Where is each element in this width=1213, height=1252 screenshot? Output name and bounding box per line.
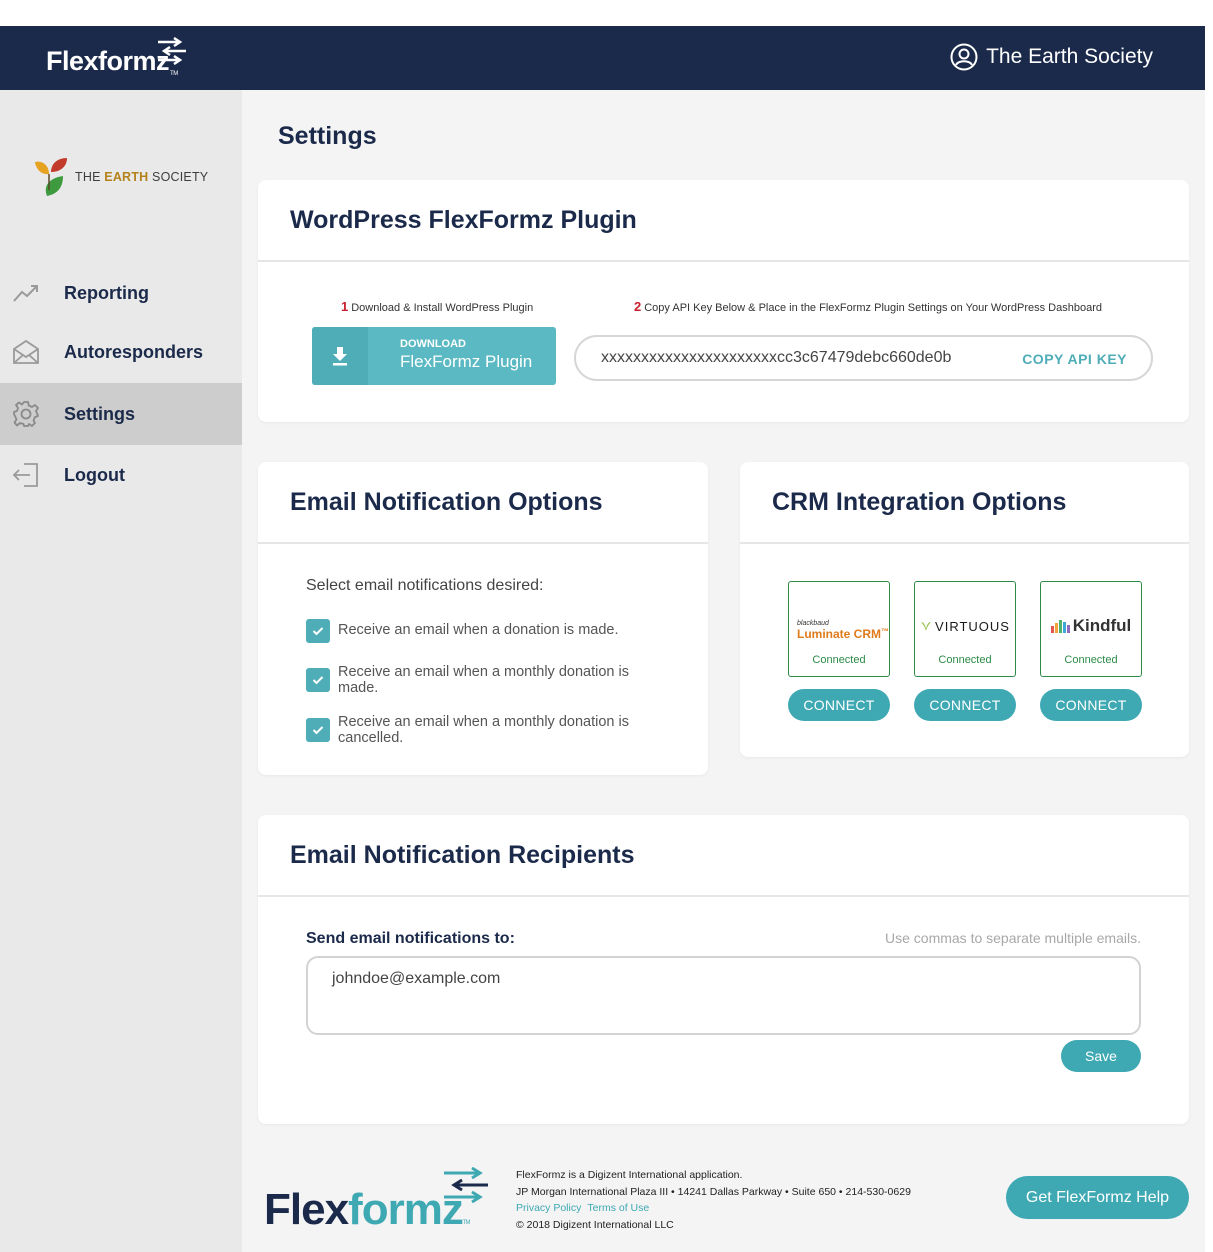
- card-title: Email Notification Options: [290, 487, 603, 516]
- donation-email-checkbox[interactable]: [306, 619, 330, 643]
- email-option-row: Receive an email when a monthly donation…: [306, 661, 638, 696]
- top-bar: FlexformzTM The Earth Society: [0, 26, 1205, 90]
- main-content: Settings WordPress FlexFormz Plugin 1 Dow…: [242, 90, 1205, 1252]
- download-big-label: FlexFormz Plugin: [400, 352, 533, 371]
- virtuous-leaf-icon: [921, 622, 932, 631]
- sidebar-item-label: Settings: [64, 403, 136, 424]
- connect-virtuous-button[interactable]: CONNECT: [914, 689, 1016, 721]
- footer-info: FlexFormz is a Digizent International ap…: [516, 1167, 911, 1233]
- card-header: Email Notification Recipients: [258, 815, 1189, 897]
- download-small-label: DOWNLOAD: [400, 338, 466, 350]
- card-header: WordPress FlexFormz Plugin: [258, 180, 1189, 262]
- crm-tile-luminate[interactable]: blackbaud Luminate CRM™ Connected: [788, 581, 890, 677]
- crm-tile-virtuous[interactable]: VIRTUOUS Connected: [914, 581, 1016, 677]
- account-name: The Earth Society: [986, 45, 1153, 68]
- email-option-row: Receive an email when a donation is made…: [306, 619, 638, 643]
- logout-icon: [12, 461, 40, 489]
- email-option-label: Receive an email when a monthly donation…: [338, 714, 629, 746]
- card-title: Email Notification Recipients: [290, 840, 635, 869]
- email-option-label: Receive an email when a monthly donation…: [338, 664, 629, 696]
- sidebar: THE EARTH SOCIETY Reporting Autoresponde…: [0, 90, 242, 1252]
- organization-name: THE EARTH SOCIETY: [75, 170, 209, 184]
- connection-status: Connected: [1064, 654, 1118, 666]
- recipients-card: Email Notification Recipients Send email…: [258, 815, 1189, 1124]
- sidebar-item-logout[interactable]: Logout: [0, 444, 242, 506]
- gear-icon: [12, 400, 40, 428]
- email-options-card: Email Notification Options Select email …: [258, 462, 708, 775]
- crm-card: CRM Integration Options blackbaud Lumina…: [740, 462, 1189, 757]
- account-menu[interactable]: The Earth Society: [950, 43, 1153, 71]
- get-help-button[interactable]: Get FlexFormz Help: [1006, 1176, 1189, 1219]
- check-icon: [312, 676, 324, 685]
- monthly-donation-email-checkbox[interactable]: [306, 668, 330, 692]
- user-icon: [950, 43, 978, 71]
- email-options-intro: Select email notifications desired:: [306, 577, 544, 594]
- brand-arrows-icon: [158, 37, 186, 65]
- page-title: Settings: [278, 122, 377, 150]
- send-to-label: Send email notifications to:: [306, 930, 515, 947]
- sidebar-item-settings[interactable]: Settings: [0, 383, 242, 445]
- terms-of-use-link[interactable]: Terms of Use: [587, 1202, 649, 1214]
- download-icon: [312, 327, 368, 385]
- api-key-value[interactable]: xxxxxxxxxxxxxxxxxxxxxxcc3c67479debc660de…: [601, 349, 951, 367]
- step-1-instruction: 1 Download & Install WordPress Plugin: [341, 299, 534, 314]
- save-button[interactable]: Save: [1061, 1040, 1141, 1072]
- copy-api-key-button[interactable]: COPY API KEY: [1022, 351, 1127, 367]
- kindful-bars-icon: [1050, 620, 1070, 633]
- plugin-card: WordPress FlexFormz Plugin 1 Download & I…: [258, 180, 1189, 422]
- virtuous-logo: VIRTUOUS: [915, 606, 1015, 646]
- sidebar-item-label: Reporting: [64, 282, 149, 303]
- trend-icon: [12, 279, 40, 307]
- brand-name: Flexformz: [46, 46, 170, 76]
- privacy-policy-link[interactable]: Privacy Policy: [516, 1202, 581, 1214]
- kindful-logo: Kindful: [1041, 606, 1141, 646]
- brand-tm: TM: [170, 71, 178, 77]
- email-option-row: Receive an email when a monthly donation…: [306, 711, 638, 746]
- organization-logo: THE EARTH SOCIETY: [33, 156, 208, 198]
- card-header: Email Notification Options: [258, 462, 708, 544]
- connect-kindful-button[interactable]: CONNECT: [1040, 689, 1142, 721]
- sidebar-item-autoresponders[interactable]: Autoresponders: [0, 321, 242, 383]
- monthly-cancel-email-checkbox[interactable]: [306, 718, 330, 742]
- card-title: CRM Integration Options: [772, 487, 1067, 516]
- multiple-emails-hint: Use commas to separate multiple emails.: [885, 930, 1141, 946]
- leaf-logo-icon: [35, 158, 67, 196]
- luminate-crm-logo: blackbaud Luminate CRM™: [797, 619, 889, 641]
- sidebar-item-label: Logout: [64, 464, 125, 485]
- check-icon: [312, 726, 324, 735]
- sidebar-item-label: Autoresponders: [64, 341, 204, 362]
- connect-luminate-button[interactable]: CONNECT: [788, 689, 890, 721]
- crm-tile-kindful[interactable]: Kindful Connected: [1040, 581, 1142, 677]
- recipients-textarea[interactable]: johndoe@example.com: [306, 956, 1141, 1035]
- footer-copyright: © 2018 Digizent International LLC: [516, 1218, 674, 1231]
- footer-company-line: FlexFormz is a Digizent International ap…: [516, 1169, 743, 1181]
- email-option-label: Receive an email when a donation is made…: [338, 622, 619, 638]
- envelope-icon: [12, 338, 40, 366]
- sidebar-item-reporting[interactable]: Reporting: [0, 262, 242, 324]
- connection-status: Connected: [812, 654, 866, 666]
- download-plugin-button[interactable]: DOWNLOAD FlexFormz Plugin: [312, 327, 556, 385]
- check-icon: [312, 627, 324, 636]
- footer-address-line: JP Morgan International Plaza III • 1424…: [516, 1185, 911, 1198]
- card-title: WordPress FlexFormz Plugin: [290, 205, 637, 234]
- card-header: CRM Integration Options: [740, 462, 1189, 544]
- step-2-instruction: 2 Copy API Key Below & Place in the FlexF…: [634, 299, 1102, 314]
- api-key-field[interactable]: xxxxxxxxxxxxxxxxxxxxxxcc3c67479debc660de…: [574, 335, 1153, 381]
- connection-status: Connected: [938, 654, 992, 666]
